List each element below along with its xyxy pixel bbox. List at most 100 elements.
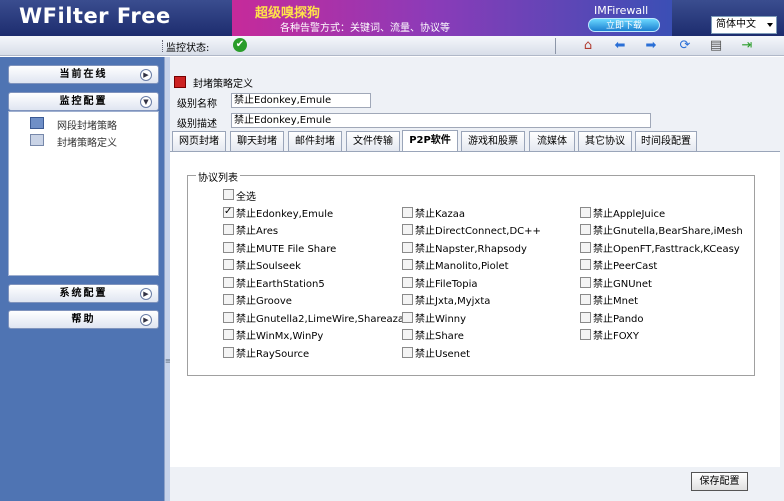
tab-mail-block[interactable]: 邮件封堵	[288, 131, 342, 151]
banner-download-button[interactable]: 立即下载	[588, 18, 660, 32]
sidebar-link-block-policy[interactable]: 封堵策略定义	[57, 134, 117, 149]
protocol-checkbox[interactable]	[402, 207, 413, 218]
sidebar-link-network-policy[interactable]: 网段封堵策略	[57, 117, 117, 132]
protocol-checkbox[interactable]	[402, 329, 413, 340]
protocol-checkbox[interactable]	[402, 294, 413, 305]
tab-chat-block[interactable]: 聊天封堵	[230, 131, 284, 151]
protocol-checkbox[interactable]	[580, 312, 591, 323]
network-policy-icon	[30, 117, 44, 129]
expand-icon: ▶	[140, 69, 152, 81]
protocol-label: 禁止MUTE File Share	[236, 244, 337, 255]
sidebar-item-monitor-config[interactable]: 监控配置 ▼	[8, 92, 159, 111]
status-ok-icon: ✔	[233, 38, 247, 52]
protocol-label: 禁止Gnutella,BearShare,iMesh	[593, 226, 743, 237]
protocol-label: 禁止EarthStation5	[236, 279, 325, 290]
sidebar-item-system-config[interactable]: 系统配置 ▶	[8, 284, 159, 303]
level-name-field[interactable]: 禁止Edonkey,Emule	[231, 93, 371, 108]
protocol-checkbox[interactable]	[223, 329, 234, 340]
protocol-checkbox[interactable]	[580, 224, 591, 235]
protocol-checkbox[interactable]	[223, 294, 234, 305]
sidebar-item-label: 帮助	[71, 314, 96, 325]
sidebar-item-label: 当前在线	[59, 69, 108, 80]
refresh-icon[interactable]: ⟳	[677, 38, 693, 54]
tab-p2p[interactable]: P2P软件	[402, 130, 458, 152]
protocol-label: 禁止OpenFT,Fasttrack,KCeasy	[593, 244, 740, 255]
tab-time-config[interactable]: 时间段配置	[635, 131, 697, 151]
select-all-checkbox[interactable]	[223, 189, 234, 200]
forward-icon[interactable]: ➡	[643, 38, 659, 54]
protocol-checkbox[interactable]	[223, 259, 234, 270]
protocol-label: 禁止DirectConnect,DC++	[415, 226, 541, 237]
sidebar-item-label: 系统配置	[59, 288, 108, 299]
app-header: WFilter Free 超级嗅探狗 各种告警方式：关键词、流量、协议等 IMF…	[0, 0, 784, 36]
level-name-label: 级别名称	[177, 99, 217, 110]
protocol-checkbox[interactable]	[223, 224, 234, 235]
protocol-checkbox[interactable]	[223, 347, 234, 358]
print-icon[interactable]: ▤	[708, 38, 724, 54]
banner-brand: IMFirewall	[594, 4, 649, 17]
sidebar-item-help[interactable]: 帮助 ▶	[8, 310, 159, 329]
tab-streaming[interactable]: 流媒体	[529, 131, 575, 151]
protocol-label: 禁止Napster,Rhapsody	[415, 244, 527, 255]
protocol-label: 禁止Pando	[593, 314, 644, 325]
select-all-label: 全选	[236, 192, 256, 203]
protocol-label: 禁止Ares	[236, 226, 279, 237]
protocol-checkbox[interactable]	[402, 259, 413, 270]
protocol-label: 禁止Usenet	[415, 349, 471, 360]
protocol-checkbox[interactable]	[402, 224, 413, 235]
ad-banner[interactable]: 超级嗅探狗 各种告警方式：关键词、流量、协议等 IMFirewall 立即下载	[232, 0, 672, 36]
protocol-checkbox[interactable]	[223, 312, 234, 323]
protocol-label: 禁止FOXY	[593, 331, 639, 342]
tab-games-stocks[interactable]: 游戏和股票	[461, 131, 525, 151]
save-config-button[interactable]: 保存配置	[691, 472, 748, 491]
protocol-label: 禁止Gnutella2,LimeWire,Shareaza	[236, 314, 404, 325]
level-desc-label: 级别描述	[177, 119, 217, 130]
protocol-checkbox[interactable]	[402, 277, 413, 288]
protocol-label: 禁止Share	[415, 331, 464, 342]
protocol-label: 禁止Manolito,Piolet	[415, 261, 509, 272]
language-select[interactable]: 简体中文	[711, 16, 777, 34]
protocol-label: 禁止Groove	[236, 296, 292, 307]
protocol-label: 禁止RaySource	[236, 349, 310, 360]
protocol-label: 禁止Winny	[415, 314, 467, 325]
block-policy-icon	[30, 134, 44, 146]
protocol-label: 禁止FileTopia	[415, 279, 478, 290]
protocol-checkbox[interactable]	[580, 259, 591, 270]
protocol-label: 禁止Mnet	[593, 296, 639, 307]
protocol-label: 禁止Soulseek	[236, 261, 301, 272]
protocol-label: 禁止GNUnet	[593, 279, 652, 290]
exit-icon[interactable]: ⇥	[739, 38, 755, 54]
language-value: 简体中文	[716, 19, 756, 30]
protocol-label: 禁止WinMx,WinPy	[236, 331, 324, 342]
level-desc-field[interactable]: 禁止Edonkey,Emule	[231, 113, 651, 128]
tab-other-protocols[interactable]: 其它协议	[578, 131, 632, 151]
expand-icon: ▶	[140, 288, 152, 300]
protocol-checkbox[interactable]	[580, 207, 591, 218]
protocol-label: 禁止AppleJuice	[593, 209, 666, 220]
block-policy-icon	[174, 76, 186, 88]
tab-file-transfer[interactable]: 文件传输	[346, 131, 400, 151]
protocol-checkbox[interactable]	[580, 242, 591, 253]
back-icon[interactable]: ⬅	[612, 38, 628, 54]
chevron-down-icon	[767, 23, 773, 27]
protocol-checkbox[interactable]	[580, 294, 591, 305]
collapse-icon: ▼	[140, 96, 152, 108]
protocol-checkbox[interactable]	[223, 206, 234, 218]
protocol-label: 禁止Kazaa	[415, 209, 466, 220]
tab-web-block[interactable]: 网页封堵	[172, 131, 226, 151]
protocol-checkbox[interactable]	[402, 347, 413, 358]
protocol-checkbox[interactable]	[402, 312, 413, 323]
expand-icon: ▶	[140, 314, 152, 326]
home-icon[interactable]: ⌂	[580, 38, 596, 54]
protocol-checkbox[interactable]	[402, 242, 413, 253]
protocol-checkbox[interactable]	[580, 277, 591, 288]
protocol-checkbox[interactable]	[223, 277, 234, 288]
toolbar-separator	[555, 38, 556, 54]
protocol-label: 禁止PeerCast	[593, 261, 658, 272]
banner-subtitle: 各种告警方式：关键词、流量、协议等	[280, 23, 450, 34]
protocol-checkbox[interactable]	[580, 329, 591, 340]
protocol-label: 禁止Edonkey,Emule	[236, 209, 334, 220]
protocol-checkbox[interactable]	[223, 242, 234, 253]
toolbar-grip	[162, 40, 165, 52]
sidebar-item-online[interactable]: 当前在线 ▶	[8, 65, 159, 84]
